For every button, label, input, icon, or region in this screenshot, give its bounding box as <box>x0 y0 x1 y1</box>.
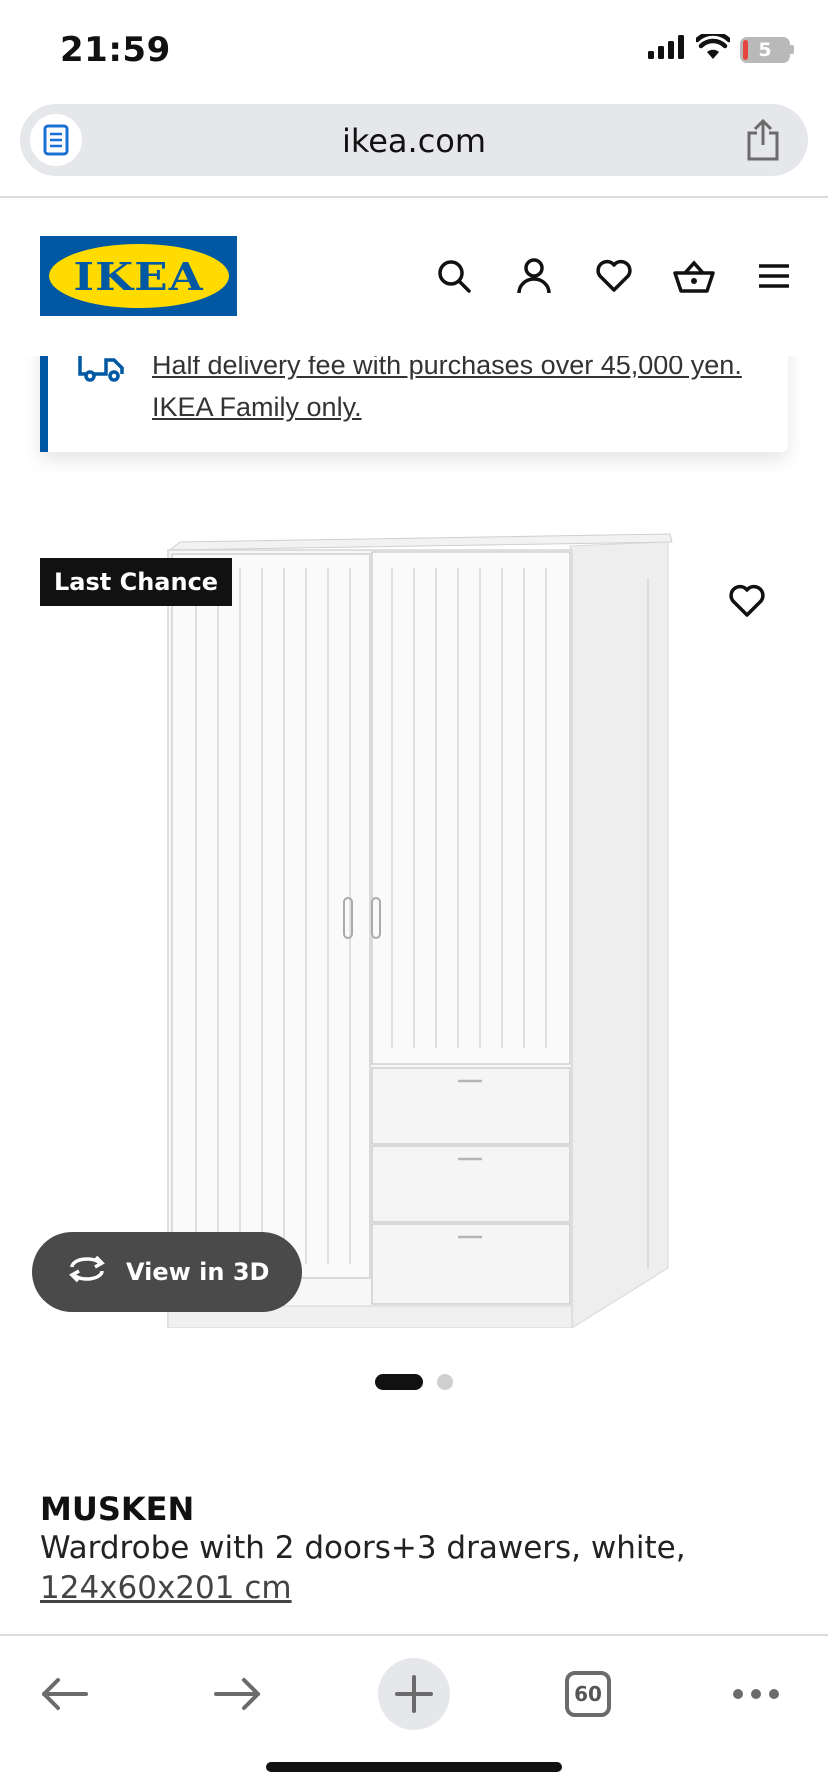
delivery-truck-icon <box>78 352 124 387</box>
account-icon[interactable] <box>510 252 558 300</box>
carousel-dot[interactable] <box>437 1374 453 1390</box>
battery-percent: 5 <box>758 38 772 61</box>
delivery-banner-text[interactable]: Half delivery fee with purchases over 45… <box>152 344 762 428</box>
menu-icon[interactable] <box>750 252 798 300</box>
view-in-3d-button[interactable]: View in 3D <box>32 1232 302 1312</box>
tabs-icon[interactable]: 60 <box>552 1658 624 1730</box>
ikea-logo[interactable]: IKEA <box>40 236 237 316</box>
wishlist-icon[interactable] <box>590 252 638 300</box>
view-in-3d-label: View in 3D <box>126 1258 270 1286</box>
reader-mode-icon[interactable] <box>30 114 82 166</box>
home-indicator[interactable] <box>266 1762 562 1772</box>
battery-level: 5 <box>740 36 790 63</box>
image-carousel-dots <box>0 1374 828 1390</box>
new-tab-plus-icon[interactable] <box>378 1658 450 1730</box>
status-icons: 5 <box>648 31 794 65</box>
wifi-icon <box>694 31 732 65</box>
address-bar[interactable]: ikea.com <box>20 104 808 176</box>
url-text[interactable]: ikea.com <box>20 122 808 160</box>
tabs-count: 60 <box>565 1671 611 1717</box>
product-size-link[interactable]: 124x60x201 cm <box>40 1570 292 1606</box>
share-icon[interactable] <box>742 118 784 162</box>
more-icon[interactable] <box>720 1658 792 1730</box>
back-arrow-icon[interactable] <box>28 1658 100 1730</box>
site-header: IKEA <box>0 198 828 356</box>
status-time: 21:59 <box>60 30 171 70</box>
add-to-wishlist-heart-icon[interactable] <box>720 574 774 628</box>
carousel-dot-active[interactable] <box>375 1374 423 1390</box>
product-description: Wardrobe with 2 doors+3 drawers, white, <box>40 1530 686 1566</box>
forward-arrow-icon[interactable] <box>202 1658 274 1730</box>
signal-icon <box>648 35 686 64</box>
rotate-3d-icon <box>66 1255 108 1289</box>
header-icons <box>430 252 798 300</box>
product-image[interactable] <box>160 528 680 1329</box>
search-icon[interactable] <box>430 252 478 300</box>
last-chance-badge: Last Chance <box>40 558 233 606</box>
status-bar: 21:59 5 <box>0 0 828 100</box>
logo-text: IKEA <box>73 253 204 299</box>
battery-icon: 5 <box>740 36 794 63</box>
cart-icon[interactable] <box>670 252 718 300</box>
product-name: MUSKEN <box>40 1490 195 1528</box>
